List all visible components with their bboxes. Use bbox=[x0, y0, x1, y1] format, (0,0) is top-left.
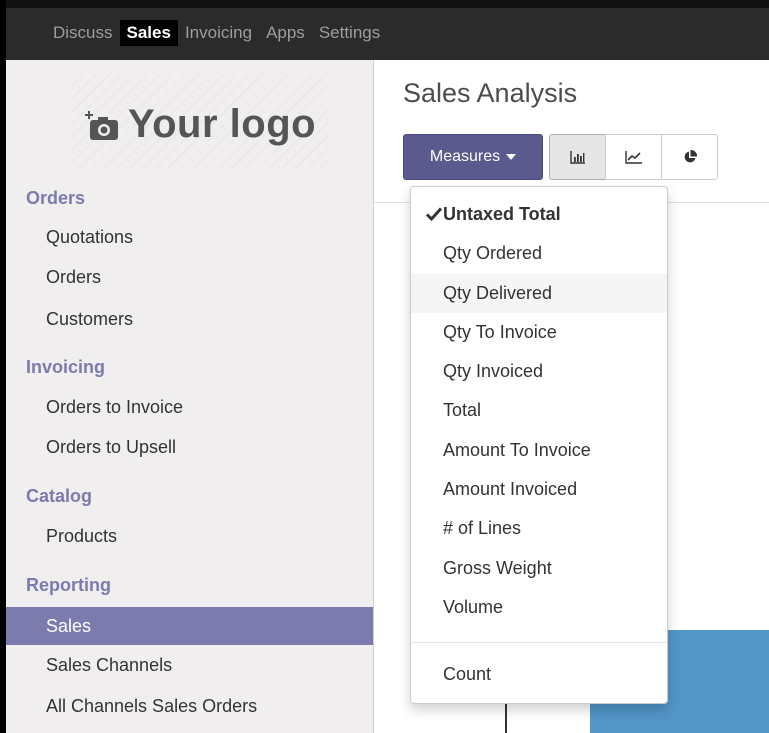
top-menu: Discuss Sales Invoicing Apps Settings bbox=[46, 20, 387, 46]
measures-label: Measures bbox=[429, 148, 501, 165]
view-switcher bbox=[549, 134, 718, 180]
line-chart-button[interactable] bbox=[605, 134, 662, 180]
section-orders[interactable]: Orders bbox=[26, 188, 85, 209]
sidebar-item-orders-to-invoice[interactable]: Orders to Invoice bbox=[6, 388, 373, 426]
sidebar-item-customers[interactable]: Customers bbox=[6, 300, 373, 338]
logo-text: Your logo bbox=[127, 102, 317, 146]
measure-option-qty-delivered[interactable]: Qty Delivered bbox=[411, 274, 667, 313]
section-catalog[interactable]: Catalog bbox=[26, 486, 92, 507]
topnav-sales[interactable]: Sales bbox=[119, 20, 178, 46]
check-icon bbox=[425, 207, 443, 222]
pie-chart-icon bbox=[684, 150, 697, 163]
sidebar-item-quotations[interactable]: Quotations bbox=[6, 218, 373, 256]
measure-option-num-lines[interactable]: # of Lines bbox=[411, 509, 667, 548]
top-navbar: Discuss Sales Invoicing Apps Settings bbox=[6, 0, 769, 60]
sidebar-item-orders[interactable]: Orders bbox=[6, 258, 373, 296]
measure-option-qty-invoiced[interactable]: Qty Invoiced bbox=[411, 352, 667, 391]
measure-option-gross-weight[interactable]: Gross Weight bbox=[411, 549, 667, 588]
sidebar-item-orders-to-upsell[interactable]: Orders to Upsell bbox=[6, 428, 373, 466]
bar-chart-button[interactable] bbox=[549, 134, 606, 180]
line-chart-icon bbox=[624, 151, 642, 164]
measures-dropdown: Untaxed Total Qty Ordered Qty Delivered … bbox=[410, 186, 668, 704]
sidebar: Your logo Orders Quotations Orders Custo… bbox=[6, 60, 374, 733]
section-reporting[interactable]: Reporting bbox=[26, 575, 111, 596]
page-title: Sales Analysis bbox=[403, 78, 578, 108]
app-window: Discuss Sales Invoicing Apps Settings Yo… bbox=[6, 0, 769, 733]
sidebar-item-sales-channels[interactable]: Sales Channels bbox=[6, 646, 373, 684]
measure-option-count[interactable]: Count bbox=[411, 655, 667, 694]
dropdown-divider bbox=[411, 642, 667, 643]
topnav-invoicing[interactable]: Invoicing bbox=[178, 20, 259, 46]
measure-option-qty-ordered[interactable]: Qty Ordered bbox=[411, 234, 667, 273]
measure-option-amount-to-invoice[interactable]: Amount To Invoice bbox=[411, 431, 667, 470]
caret-down-icon bbox=[506, 154, 517, 160]
measure-option-volume[interactable]: Volume bbox=[411, 588, 667, 627]
topnav-apps[interactable]: Apps bbox=[259, 20, 312, 46]
measures-button[interactable]: Measures bbox=[403, 134, 543, 180]
measure-option-total[interactable]: Total bbox=[411, 391, 667, 430]
pie-chart-button[interactable] bbox=[661, 134, 718, 180]
sidebar-item-products[interactable]: Products bbox=[6, 517, 373, 555]
camera-icon bbox=[84, 110, 118, 140]
sidebar-item-all-channels-sales-orders[interactable]: All Channels Sales Orders bbox=[6, 687, 373, 725]
measure-option-untaxed-total[interactable]: Untaxed Total bbox=[411, 195, 667, 234]
measure-option-qty-to-invoice[interactable]: Qty To Invoice bbox=[411, 313, 667, 352]
topnav-settings[interactable]: Settings bbox=[312, 20, 387, 46]
company-logo[interactable]: Your logo bbox=[70, 74, 330, 170]
sidebar-item-sales[interactable]: Sales bbox=[6, 607, 373, 645]
topnav-discuss[interactable]: Discuss bbox=[46, 20, 120, 46]
section-invoicing[interactable]: Invoicing bbox=[26, 357, 105, 378]
measure-option-amount-invoiced[interactable]: Amount Invoiced bbox=[411, 470, 667, 509]
bar-chart-icon bbox=[569, 151, 585, 164]
